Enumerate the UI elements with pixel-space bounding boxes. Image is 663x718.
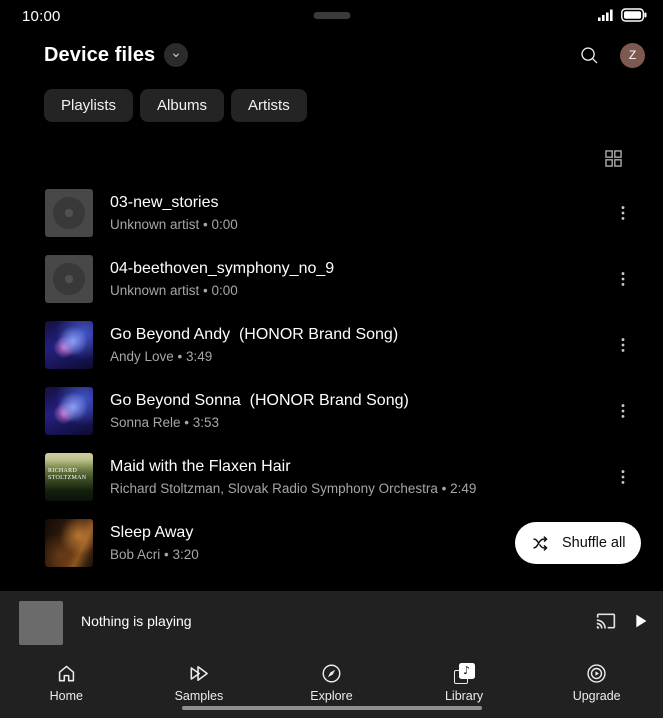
status-icons [597, 8, 647, 22]
song-meta: Maid with the Flaxen Hair Richard Stoltz… [110, 458, 611, 496]
avatar[interactable]: Z [620, 43, 645, 68]
nav-explore-label: Explore [310, 689, 352, 703]
album-art [45, 255, 93, 303]
samples-icon [187, 662, 210, 685]
play-icon [629, 610, 651, 632]
more-options-button[interactable] [611, 465, 635, 489]
more-options-button[interactable] [611, 201, 635, 225]
grid-icon [605, 150, 622, 167]
list-item[interactable]: 04-beethoven_symphony_no_9 Unknown artis… [0, 246, 663, 312]
song-title: 04-beethoven_symphony_no_9 [110, 260, 611, 278]
album-art [45, 387, 93, 435]
cast-icon [596, 611, 616, 631]
list-item[interactable]: 03-new_stories Unknown artist • 0:00 [0, 180, 663, 246]
title-group: Device files [44, 43, 188, 67]
header: Device files Z [0, 38, 663, 72]
list-item[interactable]: RICHARD STOLTZMAN Maid with the Flaxen H… [0, 444, 663, 510]
kebab-menu-icon [613, 203, 633, 223]
song-subtitle: Andy Love • 3:49 [110, 349, 611, 364]
mini-player[interactable]: Nothing is playing [0, 591, 663, 651]
nav-upgrade[interactable]: Upgrade [530, 651, 663, 718]
kebab-menu-icon [613, 401, 633, 421]
nav-home-label: Home [50, 689, 83, 703]
chip-albums[interactable]: Albums [140, 89, 224, 122]
kebab-menu-icon [613, 335, 633, 355]
library-icon: ♪ [453, 662, 476, 685]
shuffle-all-label: Shuffle all [562, 535, 625, 551]
album-art [45, 519, 93, 567]
cast-button[interactable] [596, 611, 616, 631]
search-button[interactable] [578, 44, 600, 66]
song-subtitle: Unknown artist • 0:00 [110, 283, 611, 298]
battery-icon [621, 8, 647, 22]
status-bar: 10:00 [0, 0, 663, 32]
song-meta: 03-new_stories Unknown artist • 0:00 [110, 194, 611, 232]
nav-samples-label: Samples [175, 689, 224, 703]
album-art [45, 189, 93, 237]
kebab-menu-icon [613, 467, 633, 487]
grid-view-button[interactable] [599, 144, 627, 172]
more-options-button[interactable] [611, 399, 635, 423]
bottom-surface: Nothing is playing Home [0, 591, 663, 718]
chip-playlists[interactable]: Playlists [44, 89, 133, 122]
upgrade-icon [585, 662, 608, 685]
status-time: 10:00 [22, 8, 61, 25]
song-title: 03-new_stories [110, 194, 611, 212]
more-options-button[interactable] [611, 333, 635, 357]
album-art: RICHARD STOLTZMAN [45, 453, 93, 501]
song-title: Go Beyond Sonna (HONOR Brand Song) [110, 392, 611, 410]
list-item[interactable]: Go Beyond Sonna (HONOR Brand Song) Sonna… [0, 378, 663, 444]
nav-upgrade-label: Upgrade [573, 689, 621, 703]
shuffle-icon [531, 533, 552, 554]
camera-notch [313, 12, 350, 19]
list-item[interactable]: Go Beyond Andy (HONOR Brand Song) Andy L… [0, 312, 663, 378]
screen: 10:00 Device files [0, 0, 663, 718]
now-playing-status: Nothing is playing [81, 613, 192, 629]
more-options-button[interactable] [611, 267, 635, 291]
song-title: Maid with the Flaxen Hair [110, 458, 611, 476]
song-subtitle: Richard Stoltzman, Slovak Radio Symphony… [110, 481, 611, 496]
explore-icon [320, 662, 343, 685]
chip-artists[interactable]: Artists [231, 89, 307, 122]
filter-chips: Playlists Albums Artists [44, 89, 307, 122]
title-dropdown-button[interactable] [164, 43, 188, 67]
song-meta: Go Beyond Andy (HONOR Brand Song) Andy L… [110, 326, 611, 364]
song-title: Go Beyond Andy (HONOR Brand Song) [110, 326, 611, 344]
song-subtitle: Sonna Rele • 3:53 [110, 415, 611, 430]
nav-library-label: Library [445, 689, 483, 703]
header-actions: Z [578, 43, 645, 68]
home-indicator[interactable] [182, 706, 482, 711]
search-icon [578, 44, 600, 66]
kebab-menu-icon [613, 269, 633, 289]
page-title: Device files [44, 44, 155, 67]
song-list: 03-new_stories Unknown artist • 0:00 04-… [0, 180, 663, 576]
player-thumbnail [19, 601, 63, 645]
home-icon [55, 662, 78, 685]
view-toggle-row [599, 144, 627, 172]
shuffle-all-button[interactable]: Shuffle all [515, 522, 641, 564]
album-art [45, 321, 93, 369]
song-meta: 04-beethoven_symphony_no_9 Unknown artis… [110, 260, 611, 298]
song-subtitle: Unknown artist • 0:00 [110, 217, 611, 232]
nav-home[interactable]: Home [0, 651, 133, 718]
signal-icon [597, 8, 615, 22]
chevron-down-icon [169, 48, 183, 62]
play-button[interactable] [629, 610, 651, 632]
song-meta: Go Beyond Sonna (HONOR Brand Song) Sonna… [110, 392, 611, 430]
album-art-text: RICHARD STOLTZMAN [48, 468, 86, 482]
